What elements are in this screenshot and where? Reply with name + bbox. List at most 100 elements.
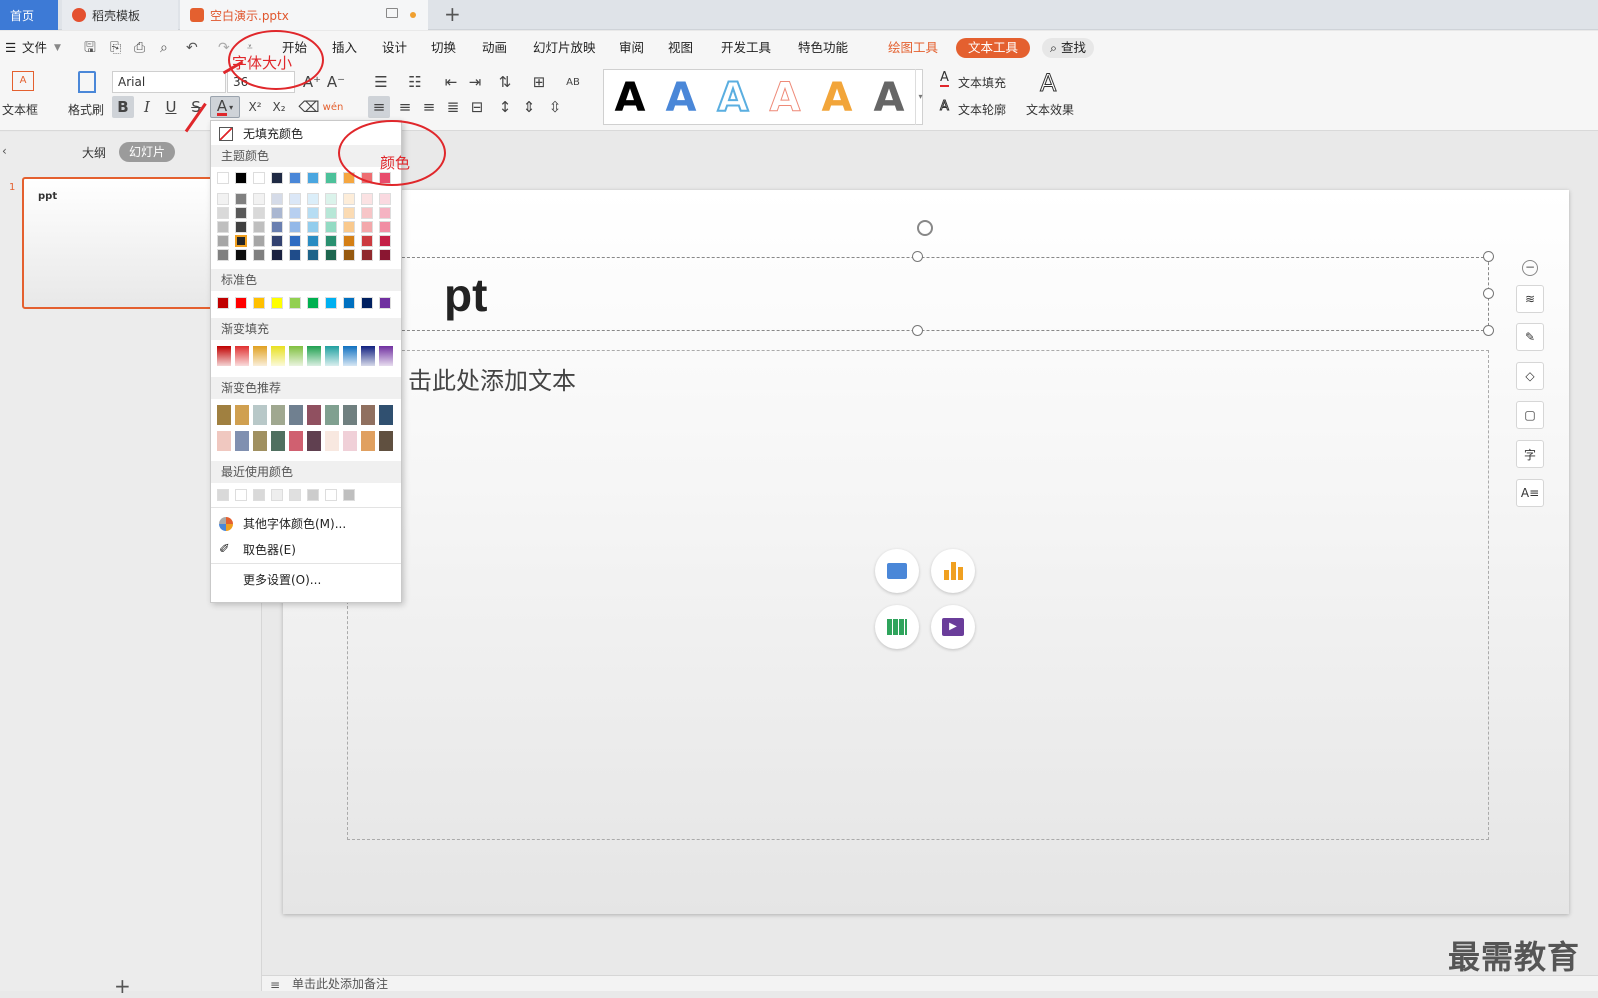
tab-outline[interactable]: 大纲 [82,144,106,161]
decrease-font-icon[interactable]: A⁻ [325,71,347,93]
gradient-recommend-swatch[interactable] [235,431,249,451]
menu-item-transition[interactable]: 切换 [431,31,456,65]
recent-color-swatch[interactable] [271,489,283,501]
numbered-list-icon[interactable]: ☷ [404,71,426,93]
gradient-recommend-swatch[interactable] [379,431,393,451]
vertical-align-icon[interactable]: ⇳ [544,96,566,118]
tab-slides[interactable]: 幻灯片 [119,142,176,162]
sort-icon[interactable]: ⇅ [494,71,516,93]
preview-icon[interactable]: ⌕ [160,31,168,65]
menu-item-review[interactable]: 审阅 [619,31,644,65]
insert-table-icon[interactable] [875,605,919,649]
tab-home[interactable]: 首页 [0,0,58,30]
theme-color-shade-swatch[interactable] [343,193,355,205]
theme-color-shade-swatch[interactable] [235,235,247,247]
gradient-fill-swatch[interactable] [289,346,303,366]
theme-color-shade-swatch[interactable] [289,249,301,261]
font-name-select[interactable]: Arial [112,71,226,93]
theme-color-shade-swatch[interactable] [379,249,391,261]
theme-color-shade-swatch[interactable] [361,235,373,247]
theme-color-shade-swatch[interactable] [235,207,247,219]
theme-color-shade-swatch[interactable] [289,207,301,219]
chevron-down-icon[interactable]: ▼ [54,31,61,65]
paragraph-spacing-icon[interactable]: ⇕ [518,96,540,118]
gradient-recommend-swatch[interactable] [289,431,303,451]
undo-icon[interactable]: ↶ [186,31,198,65]
theme-color-shade-swatch[interactable] [289,193,301,205]
wordart-style-orange[interactable]: A [812,72,862,124]
theme-color-swatch[interactable] [325,172,337,184]
font-icon[interactable]: 字 [1516,440,1544,468]
recent-color-swatch[interactable] [235,489,247,501]
fill-icon[interactable]: ◇ [1516,362,1544,390]
theme-color-shade-swatch[interactable] [235,221,247,233]
gradient-fill-swatch[interactable] [307,346,321,366]
more-settings-item[interactable]: 更多设置(O)... [219,571,321,588]
standard-color-swatch[interactable] [271,297,283,309]
hamburger-icon[interactable]: ☰ [5,31,16,65]
outline-icon[interactable]: ▢ [1516,401,1544,429]
justify-icon[interactable]: ≣ [442,96,464,118]
gradient-recommend-swatch[interactable] [343,405,357,425]
gradient-recommend-swatch[interactable] [325,405,339,425]
theme-color-shade-swatch[interactable] [271,207,283,219]
gradient-recommend-swatch[interactable] [289,405,303,425]
file-menu[interactable]: 文件 [22,31,47,65]
theme-color-shade-swatch[interactable] [361,249,373,261]
decrease-indent-icon[interactable]: ⇤ [440,71,462,93]
rotate-handle-icon[interactable] [917,220,933,236]
gradient-recommend-swatch[interactable] [379,405,393,425]
italic-button[interactable]: I [136,96,158,118]
theme-color-shade-swatch[interactable] [361,207,373,219]
theme-color-shade-swatch[interactable] [217,221,229,233]
theme-color-shade-swatch[interactable] [253,193,265,205]
menu-item-view[interactable]: 视图 [668,31,693,65]
increase-indent-icon[interactable]: ⇥ [464,71,486,93]
theme-color-shade-swatch[interactable] [325,221,337,233]
wordart-style-gray[interactable]: A [864,72,914,124]
tab-document[interactable]: 空白演示.pptx [180,0,428,30]
resize-handle-bottom-right[interactable] [1483,325,1494,336]
theme-color-shade-swatch[interactable] [307,207,319,219]
gradient-fill-swatch[interactable] [343,346,357,366]
theme-color-shade-swatch[interactable] [235,249,247,261]
gradient-recommend-swatch[interactable] [235,405,249,425]
align-center-icon[interactable]: ≡ [394,96,416,118]
bold-button[interactable]: B [112,96,134,118]
insert-chart-icon[interactable] [931,549,975,593]
menu-item-design[interactable]: 设计 [382,31,407,65]
gradient-recommend-swatch[interactable] [307,405,321,425]
theme-color-shade-swatch[interactable] [289,235,301,247]
theme-color-shade-swatch[interactable] [307,249,319,261]
add-slide-button[interactable]: + [114,974,131,998]
standard-color-swatch[interactable] [325,297,337,309]
standard-color-swatch[interactable] [217,297,229,309]
gradient-recommend-swatch[interactable] [271,431,285,451]
resize-handle-top[interactable] [912,251,923,262]
theme-color-shade-swatch[interactable] [343,249,355,261]
text-fill-button[interactable]: 文本填充 [958,74,1006,91]
theme-color-shade-swatch[interactable] [325,193,337,205]
menu-item-insert[interactable]: 插入 [332,31,357,65]
theme-color-swatch[interactable] [271,172,283,184]
gradient-recommend-swatch[interactable] [253,405,267,425]
theme-color-swatch[interactable] [289,172,301,184]
resize-handle-top-right[interactable] [1483,251,1494,262]
tab-template[interactable]: 稻壳模板 [62,0,178,30]
align-left-icon[interactable]: ≡ [368,96,390,118]
theme-color-shade-swatch[interactable] [271,235,283,247]
recent-color-swatch[interactable] [343,489,355,501]
resize-handle-bottom[interactable] [912,325,923,336]
align-right-icon[interactable]: ≡ [418,96,440,118]
gradient-recommend-swatch[interactable] [253,431,267,451]
theme-color-shade-swatch[interactable] [217,235,229,247]
theme-color-swatch[interactable] [307,172,319,184]
standard-color-swatch[interactable] [253,297,265,309]
export-icon[interactable]: ⎘ [110,31,121,65]
recent-color-swatch[interactable] [289,489,301,501]
theme-color-shade-swatch[interactable] [217,249,229,261]
gradient-fill-swatch[interactable] [361,346,375,366]
theme-color-swatch[interactable] [217,172,229,184]
recent-color-swatch[interactable] [325,489,337,501]
resize-handle-right[interactable] [1483,288,1494,299]
